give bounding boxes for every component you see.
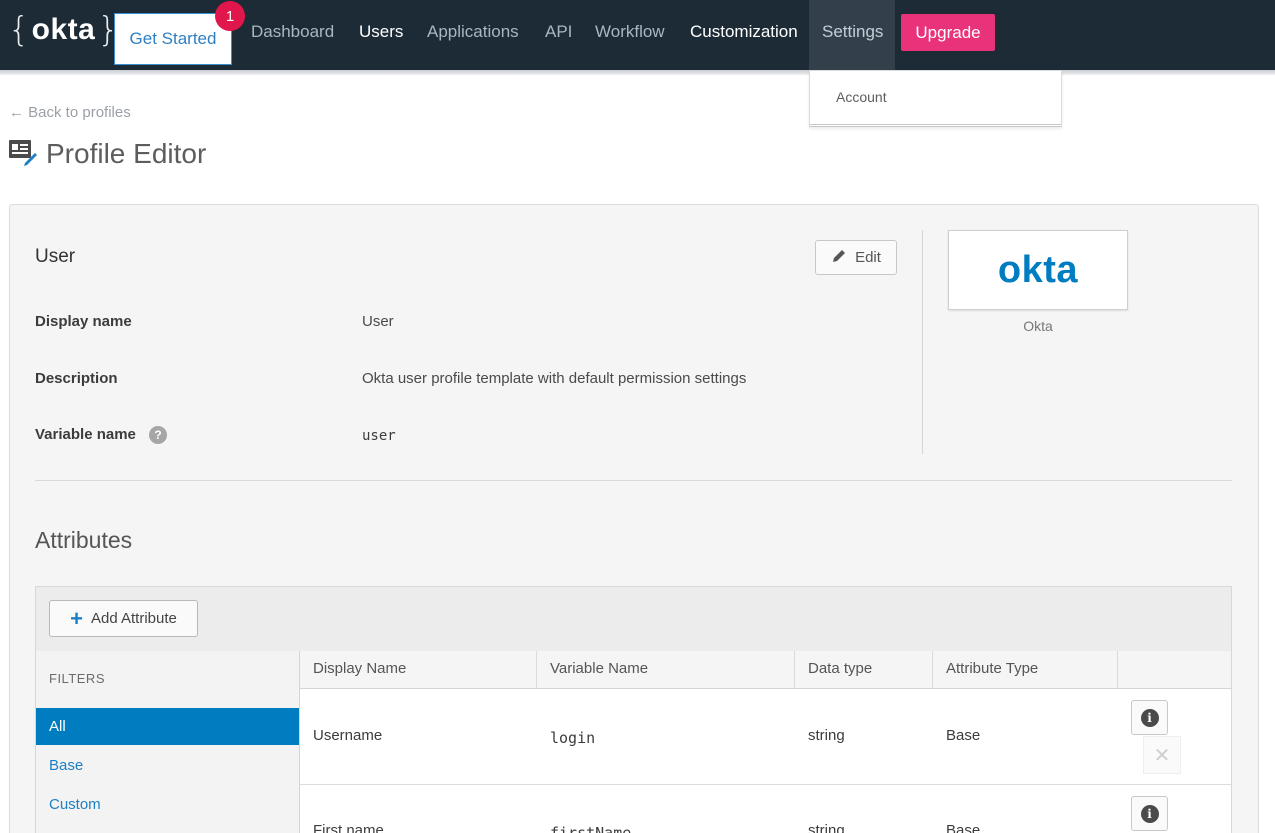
profile-section-title: User	[35, 246, 76, 267]
filters-label: FILTERS	[49, 671, 105, 686]
back-to-profiles-link[interactable]: ← Back to profiles	[9, 104, 131, 121]
row-firstname-attribute-type: Base	[946, 822, 981, 833]
edit-button[interactable]: Edit	[815, 240, 897, 275]
description-value: Okta user profile template with default …	[362, 370, 747, 387]
settings-dropdown-menu: Account	[809, 70, 1062, 127]
add-attribute-button[interactable]: + Add Attribute	[49, 600, 198, 637]
display-name-label: Display name	[35, 313, 132, 330]
row-username-remove-button[interactable]: ✕	[1143, 736, 1181, 774]
logo-left-brace: {	[8, 10, 30, 50]
nav-shadow	[0, 70, 1275, 75]
upgrade-button[interactable]: Upgrade	[901, 14, 995, 51]
row-username-info-button[interactable]: i	[1131, 700, 1168, 735]
column-header-variable-name[interactable]: Variable Name	[537, 651, 795, 689]
app-logo-card: okta	[948, 230, 1128, 310]
profile-editor-icon	[8, 136, 38, 171]
info-icon: i	[1140, 804, 1159, 823]
nav-item-api[interactable]: API	[545, 0, 572, 70]
info-icon: i	[1140, 708, 1159, 727]
row-username-variable-name: login	[550, 729, 596, 747]
nav-item-customization[interactable]: Customization	[690, 0, 798, 70]
notification-badge: 1	[215, 1, 245, 31]
row-firstname-info-button[interactable]: i	[1131, 796, 1168, 831]
variable-name-label: Variable name	[35, 426, 136, 443]
column-header-data-type[interactable]: Data type	[795, 651, 933, 689]
variable-name-value: user	[362, 428, 396, 444]
filter-base[interactable]: Base	[36, 747, 299, 784]
get-started-button[interactable]: Get Started	[114, 13, 232, 65]
app-logo-caption: Okta	[1023, 318, 1053, 334]
horizontal-divider	[35, 480, 1232, 481]
display-name-value: User	[362, 313, 394, 330]
row-firstname-data-type: string	[808, 822, 845, 833]
column-header-attribute-type[interactable]: Attribute Type	[933, 651, 1118, 689]
edit-button-label: Edit	[855, 249, 881, 266]
row-firstname-variable-name: firstName	[550, 824, 632, 833]
nav-item-workflow[interactable]: Workflow	[595, 0, 665, 70]
column-header-display-name[interactable]: Display Name	[300, 651, 537, 689]
row-firstname-display-name: First name	[313, 822, 384, 833]
nav-item-users[interactable]: Users	[359, 0, 403, 70]
add-attribute-label: Add Attribute	[90, 610, 177, 627]
nav-item-applications[interactable]: Applications	[427, 0, 519, 70]
filter-custom[interactable]: Custom	[36, 786, 299, 823]
okta-logo[interactable]: { okta }	[8, 10, 119, 50]
row-username-attribute-type: Base	[946, 727, 981, 744]
description-label: Description	[35, 370, 118, 387]
page-title: Profile Editor	[46, 137, 207, 169]
attributes-title: Attributes	[35, 527, 133, 553]
row-username-data-type: string	[808, 727, 845, 744]
page-title-row: Profile Editor	[8, 136, 206, 171]
dropdown-item-account[interactable]: Account	[836, 89, 887, 105]
row-separator	[300, 784, 1231, 785]
help-icon[interactable]: ?	[149, 426, 167, 444]
okta-app-logo: okta	[997, 248, 1079, 291]
vertical-divider	[922, 230, 923, 454]
plus-icon: +	[70, 605, 83, 631]
close-icon: ✕	[1153, 744, 1171, 767]
filter-all[interactable]: All	[36, 708, 299, 745]
row-username-display-name: Username	[313, 727, 383, 744]
pencil-icon	[831, 248, 847, 268]
nav-item-dashboard[interactable]: Dashboard	[251, 0, 334, 70]
logo-wordmark: okta	[31, 13, 96, 46]
nav-item-settings[interactable]: Settings	[809, 0, 895, 70]
